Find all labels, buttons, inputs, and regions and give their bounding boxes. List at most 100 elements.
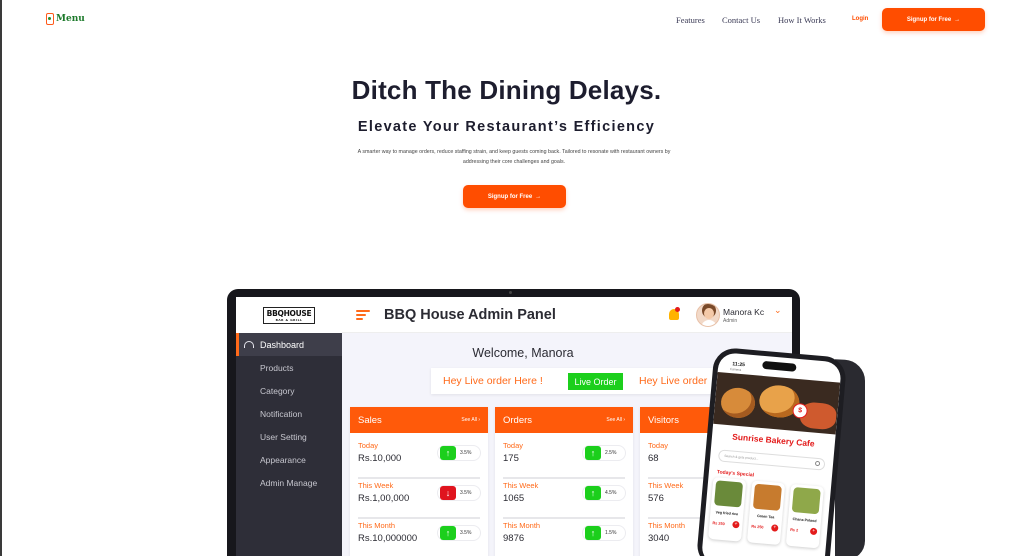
- admin-topbar: BBQ House Admin Panel Manora Kc Admin ⌄: [342, 297, 792, 333]
- stat-label: Today: [358, 441, 379, 450]
- admin-panel-title: BBQ House Admin Panel: [384, 307, 556, 323]
- dynamic-island: [762, 360, 797, 372]
- stat-row: This Week Rs.1,00,000 ↓ 3.5%: [358, 479, 481, 519]
- stat-row: Today 175 ↑ 2.5%: [503, 439, 626, 479]
- stat-value: Rs.1,00,000: [358, 493, 410, 504]
- orders-card: Orders See All › Today 175 ↑ 2.5% This We…: [495, 407, 633, 556]
- item-name: Chana Pulaod: [792, 517, 817, 524]
- food-image: [714, 480, 744, 508]
- nav-features-link[interactable]: Features: [676, 15, 705, 25]
- change-value: 1.5%: [605, 530, 617, 536]
- chevron-right-icon: ›: [478, 417, 480, 423]
- live-order-button[interactable]: Live Order: [568, 373, 623, 390]
- stat-label: This Week: [358, 481, 394, 490]
- bbq-logo-main: BBQHOUSE: [266, 308, 312, 318]
- stat-label: This Month: [503, 521, 541, 530]
- arrow-right-icon: →: [535, 193, 542, 200]
- card-header: Sales See All ›: [350, 407, 488, 433]
- bbqhouse-logo[interactable]: BBQHOUSE BAR & GRILL: [236, 297, 342, 333]
- signup-label: Signup for Free: [906, 16, 952, 23]
- food-image: [791, 487, 821, 515]
- stat-label: Today: [648, 441, 669, 450]
- item-price: Rs 250: [751, 524, 764, 530]
- arrow-up-icon: ↑: [585, 486, 601, 500]
- sidebar-item-products[interactable]: Products: [260, 363, 294, 373]
- change-value: 4.5%: [605, 490, 617, 496]
- logo-text: Menu: [56, 14, 85, 24]
- signup-button-hero[interactable]: Signup for Free →: [463, 185, 566, 208]
- stat-value: 1065: [503, 493, 525, 504]
- chevron-down-icon[interactable]: ⌄: [774, 305, 782, 316]
- sidebar-item-dashboard[interactable]: Dashboard: [236, 333, 342, 356]
- nav-how-it-works-link[interactable]: How It Works: [778, 15, 826, 25]
- stat-value: 576: [648, 493, 664, 504]
- phone-screen: $ 11:25 Camera Sunrise Bakery Cafe Searc…: [700, 352, 842, 556]
- search-icon: [814, 460, 821, 467]
- sidebar-item-user-setting[interactable]: User Setting: [260, 432, 307, 442]
- stat-row: This Month 9876 ↑ 1.5%: [503, 519, 626, 556]
- see-all-link[interactable]: See All ›: [606, 417, 625, 423]
- sidebar-item-category[interactable]: Category: [260, 386, 295, 396]
- card-header: Orders See All ›: [495, 407, 633, 433]
- stat-value: 68: [648, 453, 659, 464]
- stat-label: This Week: [648, 481, 684, 490]
- change-value: 2.5%: [605, 450, 617, 456]
- sidebar-item-admin-manage[interactable]: Admin Manage: [260, 478, 317, 488]
- item-price: Rs 250: [712, 521, 725, 527]
- laptop-camera: [509, 291, 512, 294]
- bbqhouse-wordmark: BBQHOUSE BAR & GRILL: [262, 306, 316, 324]
- food-plate: [719, 386, 757, 420]
- see-all-link[interactable]: See All ›: [461, 417, 480, 423]
- stat-row: This Month Rs.10,000000 ↑ 3.5%: [358, 519, 481, 556]
- hero-description: A smarter way to manage orders, reduce s…: [357, 149, 671, 165]
- add-icon[interactable]: +: [770, 524, 779, 532]
- welcome-heading: Welcome, Manora: [472, 346, 574, 360]
- menu-item-card[interactable]: Chana Pulaod Rs 2 +: [785, 483, 825, 549]
- change-badge: ↑ 3.5%: [437, 525, 481, 541]
- item-price: Rs 2: [789, 527, 799, 533]
- item-name: Veg fried rice: [715, 510, 739, 517]
- admin-sidebar: BBQHOUSE BAR & GRILL Dashboard Products …: [236, 297, 342, 556]
- add-icon[interactable]: +: [809, 527, 818, 536]
- stat-row: Today Rs.10,000 ↑ 3.5%: [358, 439, 481, 479]
- phone-frame: $ 11:25 Camera Sunrise Bakery Cafe Searc…: [695, 346, 848, 556]
- hero-subtitle: Elevate Your Restaurant’s Efficiency: [357, 119, 656, 135]
- change-badge: ↑ 4.5%: [582, 485, 626, 501]
- arrow-up-icon: ↑: [440, 446, 456, 460]
- stat-value: Rs.10,000: [358, 453, 402, 464]
- login-link[interactable]: Login: [852, 16, 868, 22]
- sidebar-item-notification[interactable]: Notification: [260, 409, 302, 419]
- arrow-up-icon: ↑: [585, 446, 601, 460]
- brand-logo[interactable]: Menu: [46, 13, 85, 25]
- stat-label: This Month: [358, 521, 396, 530]
- bbq-logo-sub: BAR & GRILL: [275, 317, 303, 322]
- stat-row: This Week 1065 ↑ 4.5%: [503, 479, 626, 519]
- card-title: Visitors: [648, 414, 679, 426]
- arrow-up-icon: ↑: [585, 526, 601, 540]
- nav-contact-link[interactable]: Contact Us: [722, 15, 760, 25]
- menu-icon[interactable]: [356, 310, 370, 322]
- arrow-up-icon: ↑: [440, 526, 456, 540]
- food-image: [752, 483, 782, 511]
- sidebar-item-appearance[interactable]: Appearance: [260, 455, 306, 465]
- stat-label: Today: [503, 441, 524, 450]
- dashboard-icon: [244, 341, 254, 348]
- stat-value: 175: [503, 453, 519, 464]
- item-name: Green Tea: [756, 513, 775, 520]
- see-all-label: See All: [461, 417, 477, 423]
- stat-value: Rs.10,000000: [358, 533, 418, 544]
- stat-label: This Month: [648, 521, 686, 530]
- food-banner-image: $: [713, 371, 841, 435]
- phone-status-text: Camera: [729, 367, 742, 373]
- phone-search-input[interactable]: Search & gets product...: [717, 449, 826, 471]
- hero-title: Ditch The Dining Delays.: [351, 75, 662, 105]
- chevron-right-icon: ›: [623, 417, 625, 423]
- avatar[interactable]: [696, 303, 720, 327]
- change-badge: ↑ 1.5%: [582, 525, 626, 541]
- sales-card: Sales See All › Today Rs.10,000 ↑ 3.5% Th…: [350, 407, 488, 556]
- signup-button-header[interactable]: Signup for Free →: [882, 8, 985, 31]
- add-icon[interactable]: +: [732, 520, 740, 529]
- change-value: 3.5%: [460, 490, 472, 496]
- menu-item-card[interactable]: Green Tea Rs 250 +: [746, 480, 786, 546]
- menu-item-card[interactable]: Veg fried rice Rs 250 +: [708, 476, 747, 542]
